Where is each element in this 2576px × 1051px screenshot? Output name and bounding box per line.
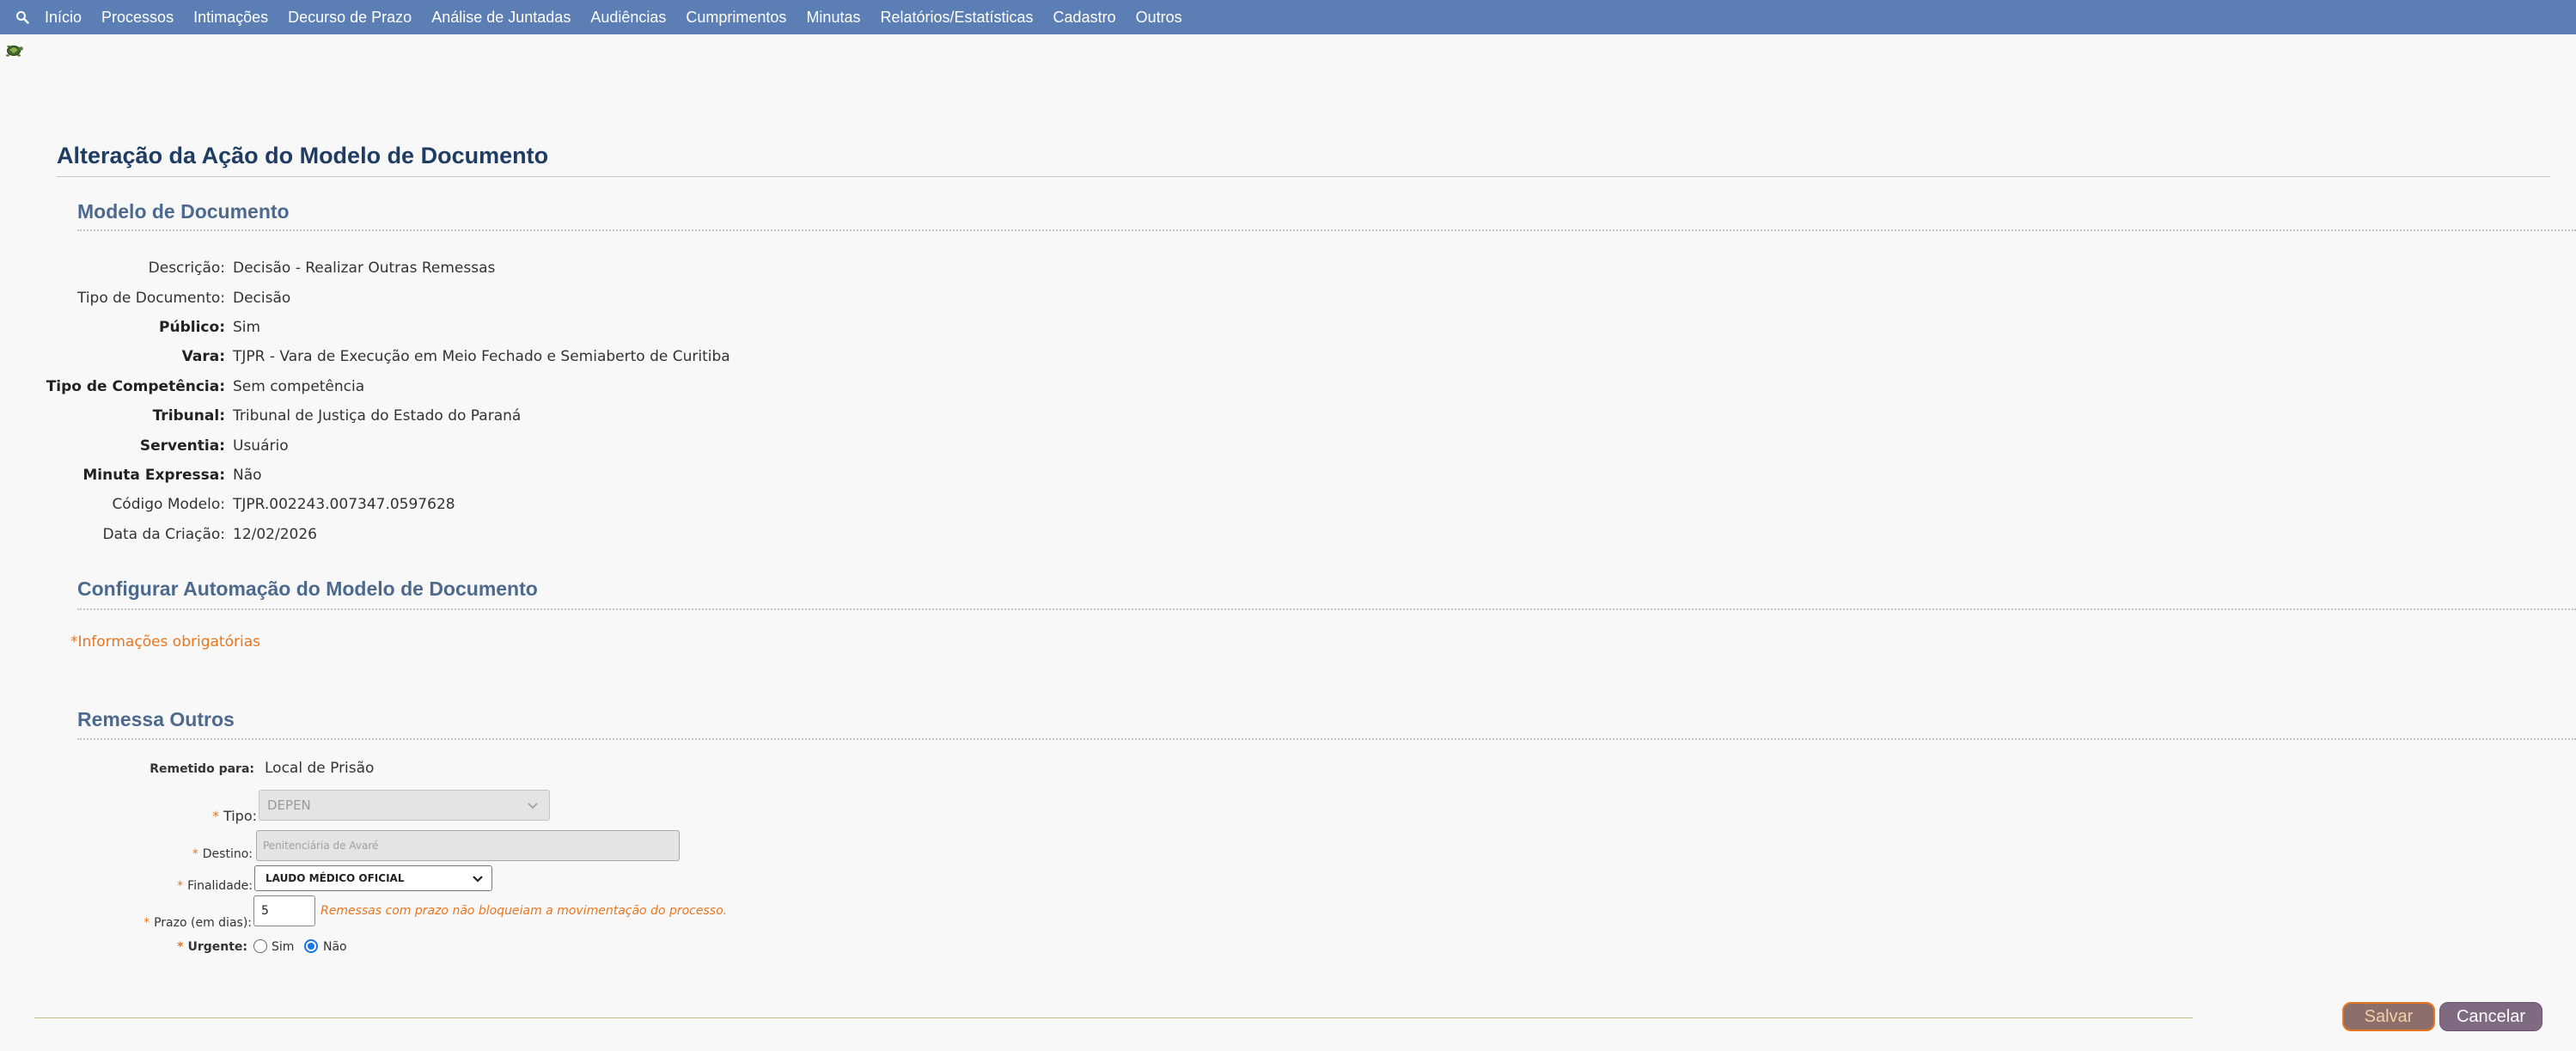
prazo-label-group: * Prazo (em dias): (143, 916, 252, 930)
info-row-vara: Vara: TJPR - Vara de Execução em Meio Fe… (0, 346, 730, 367)
destino-label: Destino: (202, 847, 253, 861)
top-menu-bar: Início Processos Intimações Decurso de P… (0, 0, 2576, 34)
chevron-down-icon (473, 876, 483, 883)
remetido-label: Remetido para: (150, 762, 254, 776)
info-row-codigo-modelo: Código Modelo: TJPR.002243.007347.059762… (0, 494, 455, 515)
section-title-remessa: Remessa Outros (77, 708, 235, 730)
urgente-nao-label[interactable]: Não (323, 940, 347, 954)
prazo-label: Prazo (em dias): (154, 916, 252, 930)
required-star: * (192, 847, 198, 861)
finalidade-label: Finalidade: (187, 879, 253, 893)
minuta-expressa-value: Não (233, 467, 262, 484)
required-star: * (177, 879, 184, 893)
info-row-minuta-expressa: Minuta Expressa: Não (0, 465, 262, 486)
save-button[interactable]: Salvar (2342, 1002, 2435, 1031)
menu-item-outros[interactable]: Outros (1136, 9, 1182, 27)
data-criacao-value: 12/02/2026 (233, 526, 317, 543)
section-title-automacao: Configurar Automação do Modelo de Docume… (77, 577, 538, 600)
turtle-logo-icon (6, 45, 23, 57)
data-criacao-label: Data da Criação: (102, 526, 226, 543)
tipo-documento-value: Decisão (233, 290, 291, 307)
tipo-label: Tipo: (223, 808, 257, 824)
menu-item-cumprimentos[interactable]: Cumprimentos (686, 9, 786, 27)
tribunal-label: Tribunal: (152, 407, 225, 425)
section-title-modelo: Modelo de Documento (77, 200, 290, 223)
menu-item-cadastro[interactable]: Cadastro (1053, 9, 1116, 27)
menu-item-intimacoes[interactable]: Intimações (193, 9, 268, 27)
menu-item-decurso-de-prazo[interactable]: Decurso de Prazo (288, 9, 412, 27)
descricao-label: Descrição: (148, 260, 225, 277)
descricao-value: Decisão - Realizar Outras Remessas (233, 260, 496, 277)
publico-value: Sim (233, 319, 261, 336)
search-icon (16, 11, 29, 24)
section-divider-automacao (77, 608, 2576, 610)
urgente-label-group: * Urgente: (177, 940, 247, 954)
finalidade-select[interactable]: LAUDO MÉDICO OFICIAL (254, 865, 492, 891)
info-row-descricao: Descrição: Decisão - Realizar Outras Rem… (0, 258, 496, 278)
tribunal-value: Tribunal de Justiça do Estado do Paraná (233, 407, 522, 425)
info-row-tribunal: Tribunal: Tribunal de Justiça do Estado … (0, 406, 522, 426)
menu-item-analise-de-juntadas[interactable]: Análise de Juntadas (431, 9, 571, 27)
prazo-input[interactable]: 5 (253, 895, 315, 926)
finalidade-select-value: LAUDO MÉDICO OFICIAL (266, 872, 405, 884)
vara-value: TJPR - Vara de Execução em Meio Fechado … (233, 348, 730, 365)
urgente-label: Urgente: (187, 940, 247, 954)
info-row-tipo-documento: Tipo de Documento: Decisão (0, 288, 290, 309)
section-divider-modelo (77, 229, 2576, 231)
title-divider (57, 176, 2550, 177)
search-button[interactable] (0, 0, 45, 34)
codigo-modelo-label: Código Modelo: (112, 496, 225, 513)
tipo-competencia-label: Tipo de Competência: (46, 378, 225, 395)
menu-item-minutas[interactable]: Minutas (806, 9, 860, 27)
serventia-label: Serventia: (139, 437, 225, 455)
menu-item-processos[interactable]: Processos (101, 9, 174, 27)
serventia-value: Usuário (233, 437, 289, 455)
vara-label: Vara: (181, 348, 225, 365)
section-divider-remessa (77, 738, 2576, 740)
info-row-serventia: Serventia: Usuário (0, 436, 289, 456)
menu-item-audiencias[interactable]: Audiências (590, 9, 666, 27)
urgente-nao-radio[interactable] (304, 939, 318, 953)
prazo-hint: Remessas com prazo não bloqueiam a movim… (320, 904, 728, 918)
required-star: * (143, 916, 150, 930)
tipo-label-group: * Tipo: (212, 808, 257, 824)
info-row-tipo-competencia: Tipo de Competência: Sem competência (0, 376, 364, 397)
required-info-note: *Informações obrigatórias (70, 633, 260, 651)
page-title: Alteração da Ação do Modelo de Documento (57, 143, 549, 168)
destino-input[interactable]: Penitenciária de Avaré (256, 830, 680, 861)
chevron-down-icon (528, 803, 538, 810)
minuta-expressa-label: Minuta Expressa: (82, 467, 225, 484)
cancel-button[interactable]: Cancelar (2439, 1002, 2542, 1031)
tipo-select[interactable]: DEPEN (259, 790, 550, 821)
info-row-publico: Público: Sim (0, 317, 260, 338)
codigo-modelo-value: TJPR.002243.007347.0597628 (233, 496, 455, 513)
footer-divider (34, 1017, 2193, 1018)
remetido-value: Local de Prisão (265, 760, 375, 777)
tipo-documento-label: Tipo de Documento: (76, 290, 225, 307)
tipo-select-value: DEPEN (267, 797, 311, 813)
urgente-sim-radio[interactable] (253, 939, 267, 953)
menu-item-relatorios-estatisticas[interactable]: Relatórios/Estatísticas (880, 9, 1033, 27)
required-star: * (211, 808, 219, 824)
urgente-sim-label[interactable]: Sim (272, 940, 294, 954)
menu-item-inicio[interactable]: Início (45, 9, 82, 27)
publico-label: Público: (159, 319, 225, 336)
tipo-competencia-value: Sem competência (233, 378, 365, 395)
destino-label-group: * Destino: (192, 847, 253, 861)
required-star: * (177, 940, 184, 954)
info-row-data-criacao: Data da Criação: 12/02/2026 (0, 524, 317, 545)
finalidade-label-group: * Finalidade: (177, 879, 253, 893)
